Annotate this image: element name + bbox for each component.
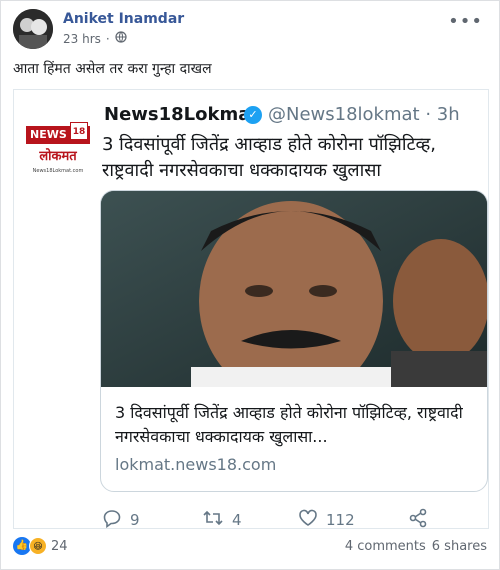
tweet-actions: 9 4 112 [102, 508, 482, 530]
card-domain: lokmat.news18.com [115, 455, 277, 474]
globe-icon [115, 31, 127, 46]
reply-count: 9 [130, 511, 140, 529]
post-stats: 4 comments 6 shares [345, 539, 487, 554]
share-action [408, 508, 428, 532]
share-icon [408, 508, 428, 532]
reply-icon [102, 508, 122, 532]
haha-reaction-icon: 😆 [29, 537, 47, 555]
link-card: 3 दिवसांपूर्वी जितेंद्र आव्हाड होते कोरो… [100, 190, 488, 492]
reactions-summary[interactable]: 👍 😆 24 [13, 537, 68, 555]
tweet-author-name: News18Lokmat [104, 104, 259, 125]
tweet-screenshot[interactable]: NEWS 18 लोकमत News18Lokmat.com News18Lok… [13, 89, 489, 529]
author-name[interactable]: Aniket Inamdar [63, 11, 184, 27]
post-caption: आता हिंमत असेल तर करा गुन्हा दाखल [13, 61, 212, 77]
comments-count[interactable]: 4 comments [345, 539, 426, 554]
logo-lokmat: लोकमत [39, 149, 77, 164]
post-time[interactable]: 23 hrs [63, 32, 101, 46]
card-image [101, 191, 487, 387]
facebook-post: Aniket Inamdar 23 hrs · ••• आता हिंमत अस… [0, 0, 500, 570]
retweet-count: 4 [232, 511, 242, 529]
logo-18: 18 [70, 122, 88, 140]
like-action: 112 [298, 508, 355, 532]
author-avatar[interactable] [13, 9, 53, 49]
more-options-icon[interactable]: ••• [448, 11, 483, 32]
heart-icon [298, 508, 318, 532]
post-meta: 23 hrs · [63, 31, 127, 46]
news18-lokmat-logo: NEWS 18 लोकमत News18Lokmat.com [26, 122, 90, 178]
reply-action: 9 [102, 508, 140, 532]
meta-separator: · [105, 31, 110, 46]
logo-url: News18Lokmat.com [32, 168, 84, 174]
retweet-action: 4 [202, 508, 242, 532]
tweet-handle: @News18lokmat · 3h [268, 104, 460, 125]
tweet-text: 3 दिवसांपूर्वी जितेंद्र आव्हाड होते कोरो… [102, 134, 437, 181]
verified-badge-icon: ✓ [244, 106, 262, 124]
shares-count[interactable]: 6 shares [432, 539, 487, 554]
reaction-count: 24 [51, 538, 68, 554]
like-count: 112 [326, 511, 355, 529]
retweet-icon [202, 508, 224, 532]
card-title: 3 दिवसांपूर्वी जितेंद्र आव्हाड होते कोरो… [115, 403, 463, 446]
